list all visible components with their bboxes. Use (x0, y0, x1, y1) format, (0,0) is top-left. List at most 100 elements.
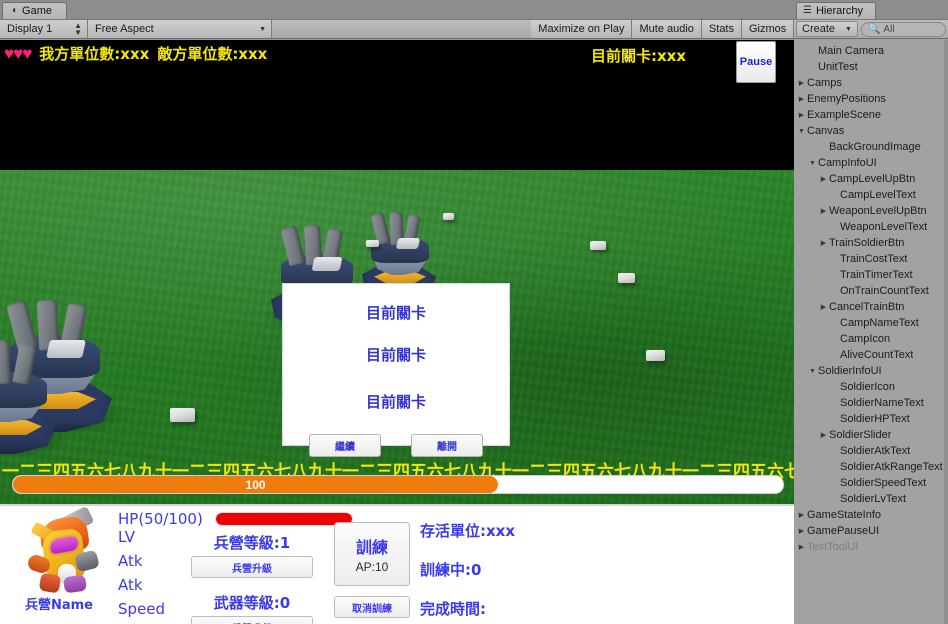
display-dropdown[interactable]: Display 1 ▲ ▼ (0, 20, 88, 38)
unit-marker[interactable] (443, 213, 454, 220)
stage-progress-value: 100 (245, 477, 266, 492)
hierarchy-item-soldieratkrangetext[interactable]: ▶SoldierAtkRangeText (794, 459, 948, 475)
stage-progress-slider[interactable]: 100 (12, 475, 784, 494)
hierarchy-item-camplevelupbtn[interactable]: ▶ CampLevelUpBtn (794, 171, 948, 187)
unit-marker[interactable] (618, 273, 635, 283)
mech-right-arm-icon (74, 549, 100, 573)
stats-button[interactable]: Stats (701, 20, 742, 38)
camp-levelup-button[interactable]: 兵營升級 (191, 556, 313, 578)
hierarchy-item-traintimertext[interactable]: ▶TrainTimerText (794, 267, 948, 283)
hierarchy-item-ontraincounttext[interactable]: ▶OnTrainCountText (794, 283, 948, 299)
chevron-right-icon[interactable]: ▶ (796, 528, 807, 535)
game-tabstrip: ◖ Game (0, 0, 794, 19)
game-pause-dialog: 目前關卡 目前關卡 目前關卡 繼續 離開 (282, 283, 510, 457)
hierarchy-item-main camera[interactable]: ▶Main Camera (794, 43, 948, 59)
unit-marker[interactable] (366, 240, 379, 247)
hierarchy-item-soldierlvtext[interactable]: ▶SoldierLvText (794, 491, 948, 507)
hierarchy-item-gamepauseui[interactable]: ▶ GamePauseUI (794, 523, 948, 539)
game-render-surface[interactable]: ♥♥♥ 我方單位數:xxx 敵方單位數:xxx 目前關卡:xxx Pause 目… (0, 40, 794, 624)
chevron-right-icon[interactable]: ▶ (796, 112, 807, 119)
chevron-right-icon[interactable]: ▶ (796, 512, 807, 519)
dialog-line-1: 目前關卡 (365, 304, 426, 322)
chevron-right-icon[interactable]: ▶ (796, 80, 807, 87)
mech-right-leg-icon (62, 574, 88, 594)
hierarchy-item-unittest[interactable]: ▶UnitTest (794, 59, 948, 75)
hierarchy-item-label: WeaponLevelUpBtn (829, 205, 927, 217)
hierarchy-item-weaponleveltext[interactable]: ▶WeaponLevelText (794, 219, 948, 235)
hierarchy-item-backgroundimage[interactable]: ▶BackGroundImage (794, 139, 948, 155)
chevron-right-icon[interactable]: ▶ (796, 544, 807, 551)
chevron-right-icon: ▶ (829, 496, 840, 503)
chevron-right-icon[interactable]: ▶ (818, 432, 829, 439)
hierarchy-item-soldiernametext[interactable]: ▶SoldierNameText (794, 395, 948, 411)
chevron-right-icon: ▶ (829, 400, 840, 407)
tab-game[interactable]: ◖ Game (2, 2, 68, 19)
hierarchy-item-trainsoldierbtn[interactable]: ▶ TrainSoldierBtn (794, 235, 948, 251)
hierarchy-item-weaponlevelupbtn[interactable]: ▶ WeaponLevelUpBtn (794, 203, 948, 219)
unit-marker[interactable] (170, 408, 195, 422)
soldier-avatar[interactable] (24, 505, 100, 594)
hierarchy-item-label: AliveCountText (840, 349, 914, 361)
chevron-right-icon: ▶ (829, 320, 840, 327)
hierarchy-item-testtoolui[interactable]: ▶ TestToolUI (794, 539, 948, 555)
continue-button[interactable]: 繼續 (309, 434, 381, 457)
hierarchy-search-input[interactable]: 🔍 All (860, 21, 946, 37)
hierarchy-item-camps[interactable]: ▶ Camps (794, 75, 948, 91)
hierarchy-item-alivecounttext[interactable]: ▶AliveCountText (794, 347, 948, 363)
hierarchy-item-gamestateinfo[interactable]: ▶ GameStateInfo (794, 507, 948, 523)
camp-level-text: 兵營等級:1 (213, 534, 291, 552)
chevron-down-icon[interactable]: ▼ (807, 160, 818, 167)
hierarchy-search-placeholder: All (883, 23, 895, 35)
hierarchy-item-label: EnemyPositions (807, 93, 886, 105)
chevron-right-icon[interactable]: ▶ (818, 240, 829, 247)
aspect-dropdown[interactable]: Free Aspect ▼ (88, 20, 272, 38)
hierarchy-scrollbar[interactable] (944, 40, 948, 624)
hierarchy-item-traincosttext[interactable]: ▶TrainCostText (794, 251, 948, 267)
upgrade-column: 兵營等級:1 兵營升級 武器等級:0 武器升級 (180, 532, 324, 624)
hierarchy-toolbar: Create ▼ 🔍 All (794, 19, 948, 39)
on-train-count-text: 訓練中:0 (420, 561, 482, 579)
weapon-levelup-button[interactable]: 武器升級 (191, 616, 313, 624)
hierarchy-item-campnametext[interactable]: ▶CampNameText (794, 315, 948, 331)
hierarchy-item-soldierslider[interactable]: ▶ SoldierSlider (794, 427, 948, 443)
hierarchy-item-soldieratktext[interactable]: ▶SoldierAtkText (794, 443, 948, 459)
hierarchy-item-examplescene[interactable]: ▶ ExampleScene (794, 107, 948, 123)
maximize-on-play-button[interactable]: Maximize on Play (531, 20, 633, 38)
gizmos-dropdown[interactable]: Gizmos ▼ (742, 20, 799, 38)
chevron-right-icon[interactable]: ▶ (818, 176, 829, 183)
hierarchy-item-label: SoldierAtkText (840, 445, 911, 457)
train-soldier-button[interactable]: 訓練 AP:10 (334, 522, 410, 586)
quit-button[interactable]: 離開 (411, 434, 483, 457)
stat-label-lv: LV (118, 528, 135, 546)
unit-marker[interactable] (590, 241, 606, 250)
hierarchy-item-campleveltext[interactable]: ▶CampLevelText (794, 187, 948, 203)
cancel-train-button[interactable]: 取消訓練 (334, 596, 410, 618)
pause-button[interactable]: Pause (736, 41, 776, 83)
hierarchy-tree[interactable]: ▶Main Camera▶UnitTest▶Camps▶EnemyPositio… (794, 40, 948, 624)
hierarchy-item-soldierhptext[interactable]: ▶SoldierHPText (794, 411, 948, 427)
mech-left-leg-icon (38, 572, 62, 594)
unit-marker[interactable] (646, 350, 665, 361)
chevron-right-icon[interactable]: ▶ (818, 208, 829, 215)
hierarchy-item-soldierspeedtext[interactable]: ▶SoldierSpeedText (794, 475, 948, 491)
hierarchy-item-soldierinfoui[interactable]: ▼ SoldierInfoUI (794, 363, 948, 379)
hierarchy-item-label: CampInfoUI (818, 157, 877, 169)
chevron-right-icon: ▶ (829, 416, 840, 423)
camp-tower[interactable] (0, 339, 70, 470)
chevron-right-icon: ▶ (807, 48, 818, 55)
chevron-down-icon[interactable]: ▼ (807, 368, 818, 375)
chevron-right-icon[interactable]: ▶ (818, 304, 829, 311)
hierarchy-item-campinfoui[interactable]: ▼ CampInfoUI (794, 155, 948, 171)
chevron-right-icon: ▶ (829, 256, 840, 263)
hierarchy-tabstrip: ☰ Hierarchy (794, 0, 948, 19)
hierarchy-item-enemypositions[interactable]: ▶ EnemyPositions (794, 91, 948, 107)
mute-audio-button[interactable]: Mute audio (632, 20, 702, 38)
hierarchy-item-canvas[interactable]: ▼ Canvas (794, 123, 948, 139)
hierarchy-item-soldiericon[interactable]: ▶SoldierIcon (794, 379, 948, 395)
hierarchy-item-campicon[interactable]: ▶CampIcon (794, 331, 948, 347)
tab-hierarchy[interactable]: ☰ Hierarchy (796, 2, 877, 19)
create-button[interactable]: Create ▼ (796, 21, 858, 37)
chevron-down-icon[interactable]: ▼ (796, 128, 807, 135)
hierarchy-item-canceltrainbtn[interactable]: ▶ CancelTrainBtn (794, 299, 948, 315)
chevron-right-icon[interactable]: ▶ (796, 96, 807, 103)
